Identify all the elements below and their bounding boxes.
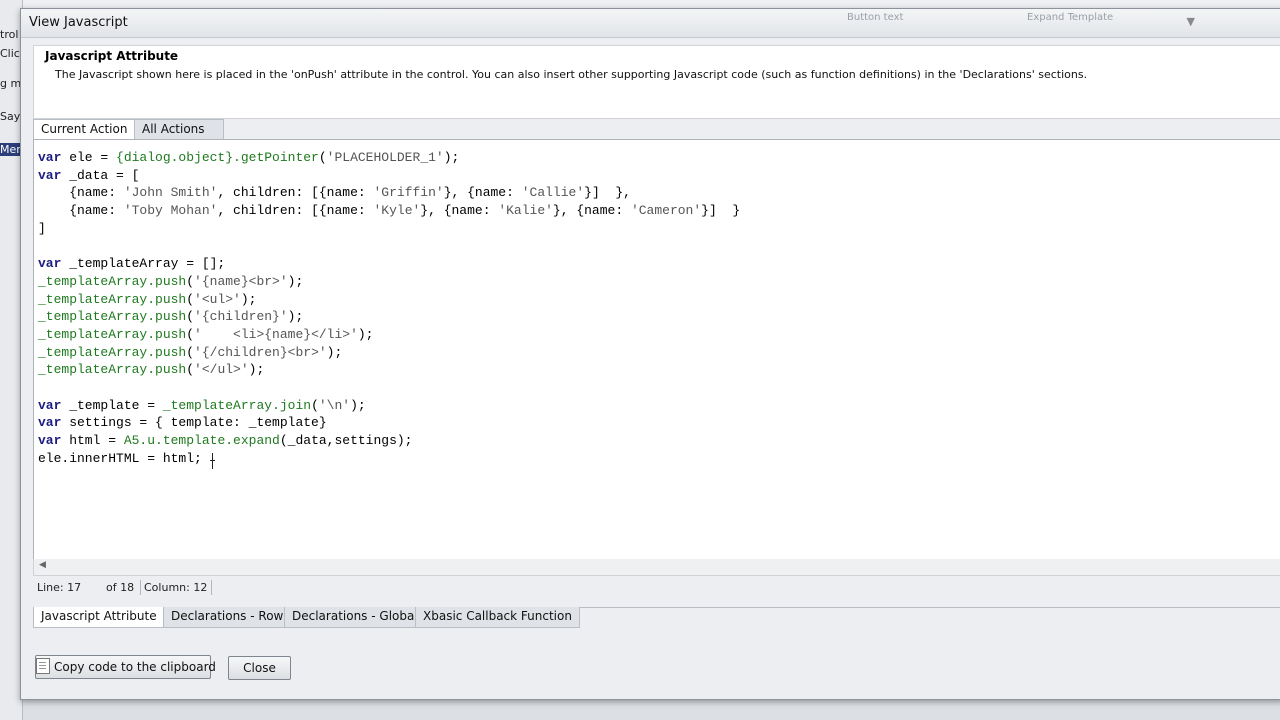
code-text[interactable]: var ele = {dialog.object}.getPointer('PL… bbox=[38, 149, 740, 467]
scroll-left-icon[interactable]: ◀ bbox=[39, 560, 46, 570]
clipboard-icon bbox=[36, 658, 50, 674]
view-javascript-dialog: View Javascript Button text Expand Templ… bbox=[20, 8, 1280, 700]
status-divider bbox=[140, 580, 141, 595]
text-cursor-icon bbox=[210, 453, 216, 469]
code-line[interactable]: var _data = [ bbox=[38, 167, 740, 185]
code-editor[interactable]: var ele = {dialog.object}.getPointer('PL… bbox=[33, 139, 1280, 561]
close-button[interactable]: Close bbox=[228, 656, 291, 680]
background-fragment-selected: Merc bbox=[0, 143, 22, 156]
tab-all-actions[interactable]: All Actions bbox=[134, 119, 224, 140]
code-line[interactable]: var ele = {dialog.object}.getPointer('PL… bbox=[38, 149, 740, 167]
status-divider bbox=[211, 580, 212, 595]
code-line[interactable]: ] bbox=[38, 220, 740, 238]
section-description: The Javascript shown here is placed in t… bbox=[55, 68, 1088, 81]
chevron-down-icon: ▼ bbox=[1186, 15, 1195, 28]
code-line[interactable]: var _template = _templateArray.join('\n'… bbox=[38, 397, 740, 415]
background-fragment: Click bbox=[0, 47, 22, 60]
status-total-lines: of 18 bbox=[106, 581, 135, 594]
code-line[interactable]: {name: 'John Smith', children: [{name: '… bbox=[38, 184, 740, 202]
code-line[interactable] bbox=[38, 379, 740, 397]
background-fragment: Expand Template bbox=[1027, 12, 1114, 23]
code-line[interactable]: var settings = { template: _template} bbox=[38, 414, 740, 432]
editor-statusbar: Line: 17 of 18 Column: 12 bbox=[33, 577, 1280, 599]
code-line[interactable]: var html = A5.u.template.expand(_data,se… bbox=[38, 432, 740, 450]
horizontal-scrollbar[interactable]: ◀ bbox=[33, 559, 1280, 576]
code-line[interactable]: var _templateArray = []; bbox=[38, 255, 740, 273]
background-app-top bbox=[22, 0, 1280, 8]
dialog-titlebar[interactable]: View Javascript Button text Expand Templ… bbox=[21, 9, 1280, 38]
background-fragment: Say bbox=[0, 110, 21, 123]
background-fragment: g m bbox=[0, 77, 22, 90]
copy-code-label: Copy code to the clipboard bbox=[54, 660, 216, 674]
dialog-title: View Javascript bbox=[29, 15, 128, 30]
tab-declarations-global[interactable]: Declarations - Global bbox=[284, 607, 426, 628]
code-line[interactable]: _templateArray.push('{name}<br>'); bbox=[38, 273, 740, 291]
tab-javascript-attribute[interactable]: Javascript Attribute bbox=[33, 607, 165, 628]
status-line: Line: 17 bbox=[37, 581, 82, 594]
info-panel: Javascript Attribute The Javascript show… bbox=[33, 45, 1280, 119]
code-line[interactable]: _templateArray.push('<ul>'); bbox=[38, 291, 740, 309]
copy-code-button[interactable]: Copy code to the clipboard bbox=[35, 655, 216, 679]
code-line[interactable]: _templateArray.push('</ul>'); bbox=[38, 361, 740, 379]
background-fragment: Button text bbox=[847, 12, 904, 23]
tab-current-action[interactable]: Current Action bbox=[33, 119, 137, 140]
code-line[interactable]: ele.innerHTML = html; bbox=[38, 450, 740, 468]
code-line[interactable] bbox=[38, 237, 740, 255]
code-line[interactable]: _templateArray.push('{children}'); bbox=[38, 308, 740, 326]
code-line[interactable]: _templateArray.push(' <li>{name}</li>'); bbox=[38, 326, 740, 344]
background-fragment: trol bbox=[0, 28, 19, 41]
section-title: Javascript Attribute bbox=[45, 49, 179, 63]
code-line[interactable]: _templateArray.push('{/children}<br>'); bbox=[38, 344, 740, 362]
tab-declarations-row[interactable]: Declarations - Row bbox=[163, 607, 292, 628]
code-line[interactable]: {name: 'Toby Mohan', children: [{name: '… bbox=[38, 202, 740, 220]
tab-xbasic-callback[interactable]: Xbasic Callback Function bbox=[415, 607, 580, 628]
status-column: Column: 12 bbox=[144, 581, 208, 594]
